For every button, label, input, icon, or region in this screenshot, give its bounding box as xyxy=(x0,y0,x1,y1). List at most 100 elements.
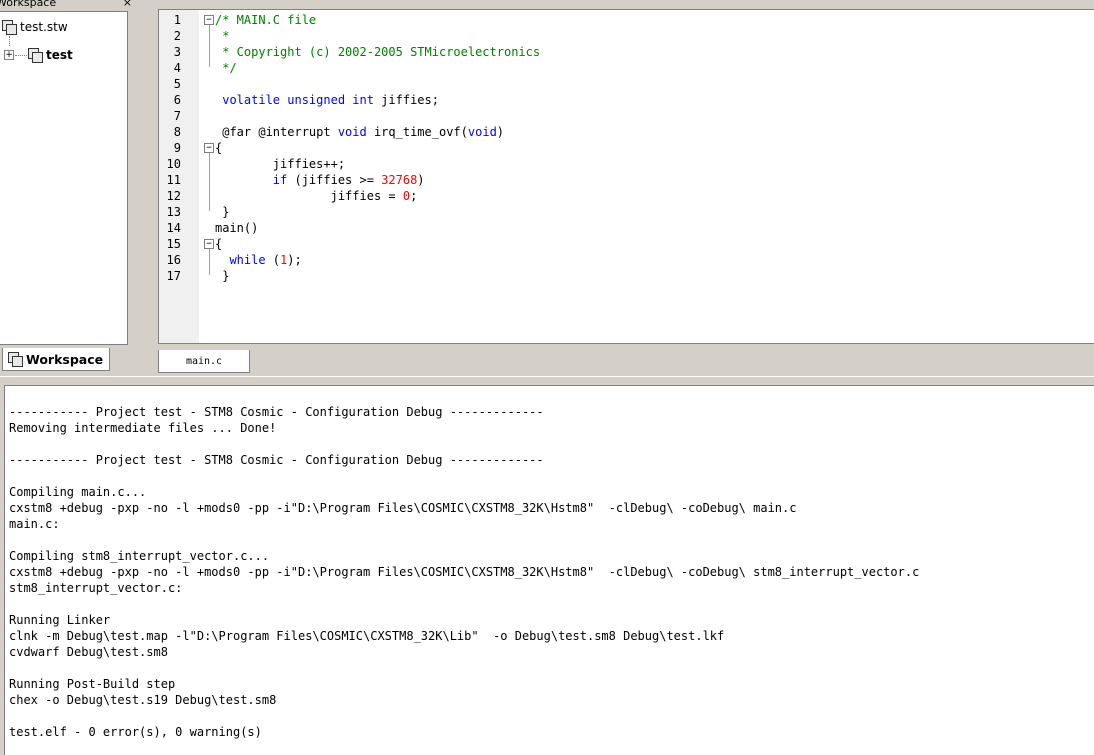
code-text: * Copyright (c) 2002-2005 STMicroelectro… xyxy=(215,44,540,60)
tree-item-label: test.stw xyxy=(20,20,68,34)
code-line: 12 jiffies = 0; xyxy=(159,188,1089,204)
code-line: 16 while (1); xyxy=(159,252,1089,268)
workspace-title: Workspace xyxy=(0,0,57,9)
code-token: ) xyxy=(496,125,505,139)
line-number: 16 xyxy=(166,253,181,267)
code-token: ); xyxy=(287,253,302,267)
tab-label: main.c xyxy=(185,355,223,367)
code-line: 4 */ xyxy=(159,60,1089,76)
vertical-splitter[interactable] xyxy=(137,0,157,375)
output-line: cxstm8 +debug -pxp -no -l +mods0 -pp -i"… xyxy=(9,565,920,579)
tree-connector xyxy=(9,36,11,46)
code-token: } xyxy=(215,205,230,219)
keyword-token: if xyxy=(272,173,288,187)
code-line: 15 −{ xyxy=(159,236,1089,252)
line-number: 13 xyxy=(166,205,181,219)
tab-workspace[interactable]: Workspace xyxy=(2,348,110,371)
expand-icon[interactable]: + xyxy=(4,50,14,60)
code-line: 14 main() xyxy=(159,220,1089,236)
code-token: (jiffies >= xyxy=(287,173,382,187)
line-number: 11 xyxy=(166,173,181,187)
close-icon[interactable]: × xyxy=(123,0,132,8)
code-text: */ xyxy=(215,60,237,76)
line-number: 9 xyxy=(173,141,181,155)
code-text: * xyxy=(215,28,229,44)
code-token: main() xyxy=(215,221,259,235)
code-token: jiffies = xyxy=(215,189,403,203)
code-line: 9 −{ xyxy=(159,140,1089,156)
output-line: Removing intermediate files ... Done! xyxy=(9,421,277,435)
workspace-title-bar: Workspace × xyxy=(0,0,136,10)
tab-main-c[interactable]: main.c xyxy=(158,350,250,373)
number-token: 32768 xyxy=(381,173,418,187)
tree-item-workspace-file[interactable]: test.stw xyxy=(2,18,68,36)
output-line: stm8_interrupt_vector.c: xyxy=(9,581,183,595)
line-number: 8 xyxy=(173,125,181,139)
line-number: 4 xyxy=(173,61,181,75)
line-number: 5 xyxy=(173,77,181,91)
code-text: jiffies++; xyxy=(215,156,345,172)
code-token: { xyxy=(215,141,223,155)
keyword-token: void xyxy=(467,125,497,139)
code-token: jiffies++; xyxy=(215,157,346,171)
output-line: cvdwarf Debug\test.sm8 xyxy=(9,645,168,659)
line-number: 1 xyxy=(173,13,181,27)
code-line: 2 * xyxy=(159,28,1089,44)
fold-guide xyxy=(209,153,210,211)
code-line: 11 if (jiffies >= 32768) xyxy=(159,172,1089,188)
code-text: { xyxy=(215,140,222,156)
project-icon xyxy=(28,48,43,63)
line-number: 12 xyxy=(166,189,181,203)
code-line: 8 @far @interrupt void irq_time_ovf(void… xyxy=(159,124,1089,140)
workspace-tab-icon xyxy=(8,352,23,367)
code-line: 13 } xyxy=(159,204,1089,220)
code-line: 7 xyxy=(159,108,1089,124)
line-number: 14 xyxy=(166,221,181,235)
line-number: 15 xyxy=(166,237,181,251)
code-text: /* MAIN.C file xyxy=(215,12,316,28)
fold-guide xyxy=(209,249,210,275)
code-text: main() xyxy=(215,220,258,236)
code-line: 17 } xyxy=(159,268,1089,284)
code-text: jiffies = 0; xyxy=(215,188,418,204)
output-line: clnk -m Debug\test.map -l"D:\Program Fil… xyxy=(9,629,725,643)
fold-toggle-icon[interactable]: − xyxy=(204,239,214,249)
comment-token: */ xyxy=(215,61,237,75)
code-text: { xyxy=(215,236,222,252)
keyword-token: while xyxy=(229,253,266,267)
output-line: test.elf - 0 error(s), 0 warning(s) xyxy=(9,725,262,739)
workspace-tree: test.stw + test xyxy=(0,11,128,345)
code-text: } xyxy=(215,268,229,284)
tree-item-project[interactable]: + test xyxy=(4,46,73,64)
output-line: Compiling main.c... xyxy=(9,485,147,499)
output-line: Running Post-Build step xyxy=(9,677,176,691)
code-token: ( xyxy=(265,253,281,267)
code-text: volatile unsigned int jiffies; xyxy=(215,92,439,108)
output-line: ----------- Project test - STM8 Cosmic -… xyxy=(9,405,544,419)
output-line: ----------- Project test - STM8 Cosmic -… xyxy=(9,453,544,467)
output-line: chex -o Debug\test.s19 Debug\test.sm8 xyxy=(9,693,277,707)
keyword-token: void xyxy=(337,125,367,139)
code-text: while (1); xyxy=(215,252,302,268)
editor-tab-bar: main.c xyxy=(158,343,1094,376)
fold-toggle-icon[interactable]: − xyxy=(204,15,214,25)
tree-item-label: test xyxy=(46,48,73,62)
comment-token: * xyxy=(215,29,230,43)
output-line: Compiling stm8_interrupt_vector.c... xyxy=(9,549,270,563)
fold-toggle-icon[interactable]: − xyxy=(204,143,214,153)
line-number: 6 xyxy=(173,93,181,107)
code-editor[interactable]: 1−/* MAIN.C file 2 * 3 * Copyright (c) 200… xyxy=(158,9,1094,344)
fold-guide xyxy=(209,25,210,67)
code-token: ; xyxy=(410,189,418,203)
code-token: jiffies; xyxy=(373,93,439,107)
code-line: 6 volatile unsigned int jiffies; xyxy=(159,92,1089,108)
horizontal-splitter[interactable] xyxy=(0,376,1094,385)
code-token: irq_time_ovf( xyxy=(366,125,468,139)
code-token: } xyxy=(215,269,230,283)
line-number: 17 xyxy=(166,269,181,283)
code-token: @far @interrupt xyxy=(215,125,338,139)
code-text: } xyxy=(215,204,229,220)
comment-token: /* MAIN.C file xyxy=(215,13,317,27)
